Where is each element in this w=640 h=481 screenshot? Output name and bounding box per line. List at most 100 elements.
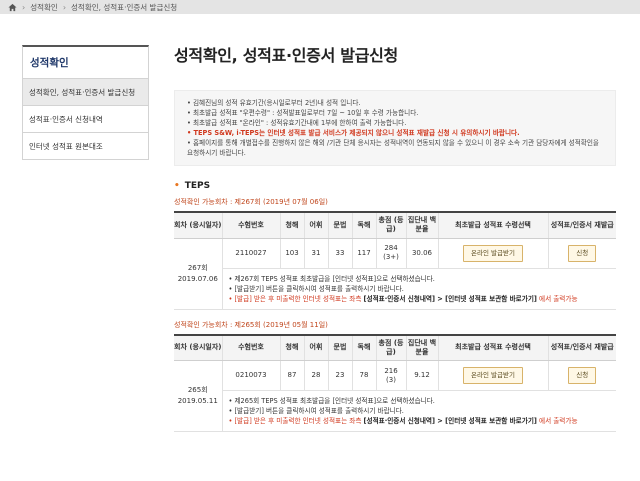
round-number: 265회	[187, 386, 208, 394]
reissue-button[interactable]: 신청	[568, 367, 597, 384]
note-line: • [발급받기] 버튼을 클릭하시여 성적표를 출력하시기 바랍니다.	[228, 284, 404, 293]
total-grade: (3)	[386, 375, 396, 384]
notice-line: • 김혜진님의 성적 유효기간(응시일로부터 2년)내 성적 입니다.	[187, 99, 361, 107]
first-issue-cell: 온라인 발급받기	[437, 238, 548, 269]
reading-cell: 117	[351, 238, 376, 269]
round-cell: 265회 2019.05.11	[174, 360, 222, 432]
listening-cell: 87	[279, 360, 304, 391]
notice-warning: • TEPS S&W, i-TEPS는 인터넷 성적표 발급 서비스가 제공되지…	[187, 129, 520, 137]
note-red-text: 에서 출력가능	[539, 417, 578, 425]
breadcrumb: › 성적확인 › 성적확인, 성적표·인증서 발급신청	[0, 0, 640, 14]
total-cell: 216 (3)	[375, 360, 406, 391]
chevron-right-icon: ›	[22, 2, 26, 12]
percentile-cell: 9.12	[405, 360, 438, 391]
exam-no-cell: 2110027	[221, 238, 280, 269]
col-header-exam-no: 수험번호	[221, 334, 280, 361]
col-header-grammar: 문법	[327, 334, 352, 361]
sidebar: 성적확인 성적확인, 성적표·인증서 발급신청 성적표·인증서 신청내역 인터넷…	[22, 45, 149, 160]
page-title: 성적확인, 성적표·인증서 발급신청	[174, 46, 398, 65]
table-row: 265회 2019.05.11 0210073 87 28 23 78 216 …	[174, 360, 616, 432]
breadcrumb-item[interactable]: 성적확인	[30, 2, 58, 13]
round-number: 267회	[187, 263, 208, 272]
col-header-first-issue: 최초발급 성적표 수령선택	[437, 334, 548, 361]
col-header-listening: 청해	[279, 212, 304, 239]
reissue-cell: 신청	[547, 360, 616, 391]
col-header-total: 총점 (등급)	[375, 212, 406, 239]
col-header-percentile: 집단내 백분율	[405, 212, 438, 239]
online-issue-button[interactable]: 온라인 발급받기	[463, 244, 523, 262]
first-issue-cell: 온라인 발급받기	[437, 360, 548, 391]
vocab-cell: 31	[303, 238, 328, 269]
note-link[interactable]: [성적표·인증서 신청내역] > [인터넷 성적표 보관함 바로가기]	[364, 295, 537, 303]
table-header-row: 회차 (응시일자) 수험번호 청해 어휘 문법 독해 총점 (등급) 집단내 백…	[174, 334, 616, 361]
col-header-percentile: 집단내 백분율	[405, 334, 438, 361]
session-label: 성적확인 가능회차 : 제265회 (2019년 05월 11일)	[174, 320, 328, 329]
notes-cell: • 제265회 TEPS 성적표 최초발급을 [인터넷 성적표]으로 선택하셨습…	[221, 390, 616, 432]
note-red-text: 에서 출력가능	[539, 294, 578, 303]
sidebar-item-verify-original[interactable]: 인터넷 성적표 원본대조	[22, 133, 149, 160]
notes-row: • 제267회 TEPS 성적표 최초발급을 [인터넷 성적표]으로 선택하셨습…	[174, 268, 616, 310]
col-header-reissue: 성적표/인증서 재발급	[547, 212, 616, 239]
col-header-listening: 청해	[279, 334, 304, 361]
score-table: 회차 (응시일자) 수험번호 청해 어휘 문법 독해 총점 (등급) 집단내 백…	[174, 211, 616, 310]
home-icon[interactable]	[8, 3, 17, 12]
note-red-text: • [발급] 받은 후 미출력한 인터넷 성적표는 좌측	[228, 294, 362, 303]
note-red-text: • [발급] 받은 후 미출력한 인터넷 성적표는 좌측	[228, 417, 362, 425]
grammar-cell: 33	[327, 238, 352, 269]
round-date: 2019.05.11	[177, 397, 218, 405]
table-row: 267회 2019.07.06 2110027 103 31 33 117 28…	[174, 238, 616, 310]
notice-box: • 김혜진님의 성적 유효기간(응시일로부터 2년)내 성적 입니다. • 최초…	[174, 90, 616, 166]
notice-line: • 홈페이지를 통해 개별접수를 진행하지 않은 해외 /기관 단체 응시자는 …	[187, 139, 600, 157]
note-line: • [발급] 받은 후 미출력한 인터넷 성적표는 좌측 [성적표·인증서 신청…	[229, 416, 611, 426]
col-header-round: 회차 (응시일자)	[174, 212, 222, 239]
note-line: • 제267회 TEPS 성적표 최초발급을 [인터넷 성적표]으로 선택하셨습…	[228, 274, 435, 283]
col-header-round: 회차 (응시일자)	[174, 334, 222, 361]
online-issue-button[interactable]: 온라인 발급받기	[463, 367, 523, 384]
col-header-reissue: 성적표/인증서 재발급	[547, 334, 616, 361]
score-table: 회차 (응시일자) 수험번호 청해 어휘 문법 독해 총점 (등급) 집단내 백…	[174, 333, 616, 432]
total-cell: 284 (3+)	[375, 238, 406, 269]
col-header-reading: 독해	[351, 212, 376, 239]
reading-cell: 78	[351, 360, 376, 391]
breadcrumb-item[interactable]: 성적확인, 성적표·인증서 발급신청	[71, 2, 177, 13]
note-line: • [발급받기] 버튼을 클릭하시여 성적표를 출력하시기 바랍니다.	[228, 407, 404, 415]
listening-cell: 103	[279, 238, 304, 269]
session-block: 성적확인 가능회차 : 제267회 (2019년 07월 06일) 회차 (응시…	[174, 197, 616, 310]
col-header-vocab: 어휘	[303, 212, 328, 239]
grammar-cell: 23	[327, 360, 352, 391]
col-header-vocab: 어휘	[303, 334, 328, 361]
col-header-total: 총점 (등급)	[375, 334, 406, 361]
note-link[interactable]: [성적표·인증서 신청내역] > [인터넷 성적표 보관함 바로가기]	[364, 417, 537, 425]
notes-cell: • 제267회 TEPS 성적표 최초발급을 [인터넷 성적표]으로 선택하셨습…	[221, 268, 616, 310]
col-header-grammar: 문법	[327, 212, 352, 239]
notice-line: • 최초발급 성적표 "우편수령" : 성적발표일로부터 7일 ~ 10일 후 …	[187, 109, 419, 117]
sidebar-item-score-check[interactable]: 성적확인, 성적표·인증서 발급신청	[22, 79, 149, 106]
main-content: 성적확인, 성적표·인증서 발급신청 • 김혜진님의 성적 유효기간(응시일로부…	[174, 40, 616, 432]
exam-no-cell: 0210073	[221, 360, 280, 391]
sidebar-item-request-history[interactable]: 성적표·인증서 신청내역	[22, 106, 149, 133]
session-block: 성적확인 가능회차 : 제265회 (2019년 05월 11일) 회차 (응시…	[174, 320, 616, 432]
total-grade: (3+)	[383, 253, 399, 261]
round-cell: 267회 2019.07.06	[174, 238, 222, 310]
note-line: • [발급] 받은 후 미출력한 인터넷 성적표는 좌측 [성적표·인증서 신청…	[229, 294, 611, 304]
section-heading: • TEPS	[174, 181, 616, 191]
bullet-icon: •	[174, 181, 180, 191]
chevron-right-icon: ›	[62, 2, 67, 12]
percentile-cell: 30.06	[405, 238, 438, 269]
section-title: TEPS	[184, 181, 211, 191]
note-line: • 제265회 TEPS 성적표 최초발급을 [인터넷 성적표]으로 선택하셨습…	[228, 397, 435, 405]
reissue-cell: 신청	[547, 238, 616, 269]
round-date: 2019.07.06	[177, 274, 218, 283]
total-score: 284	[384, 244, 398, 252]
table-header-row: 회차 (응시일자) 수험번호 청해 어휘 문법 독해 총점 (등급) 집단내 백…	[174, 212, 616, 239]
notice-line: • 최초발급 성적표 "온라인" : 성적유효기간내에 1부에 한하여 출력 가…	[187, 119, 407, 127]
col-header-exam-no: 수험번호	[221, 212, 280, 239]
sidebar-title: 성적확인	[22, 45, 149, 79]
total-score: 216	[384, 366, 398, 375]
session-label: 성적확인 가능회차 : 제267회 (2019년 07월 06일)	[174, 198, 328, 206]
col-header-reading: 독해	[351, 334, 376, 361]
notes-row: • 제265회 TEPS 성적표 최초발급을 [인터넷 성적표]으로 선택하셨습…	[174, 390, 616, 432]
reissue-button[interactable]: 신청	[568, 244, 597, 262]
vocab-cell: 28	[303, 360, 328, 391]
col-header-first-issue: 최초발급 성적표 수령선택	[437, 212, 548, 239]
